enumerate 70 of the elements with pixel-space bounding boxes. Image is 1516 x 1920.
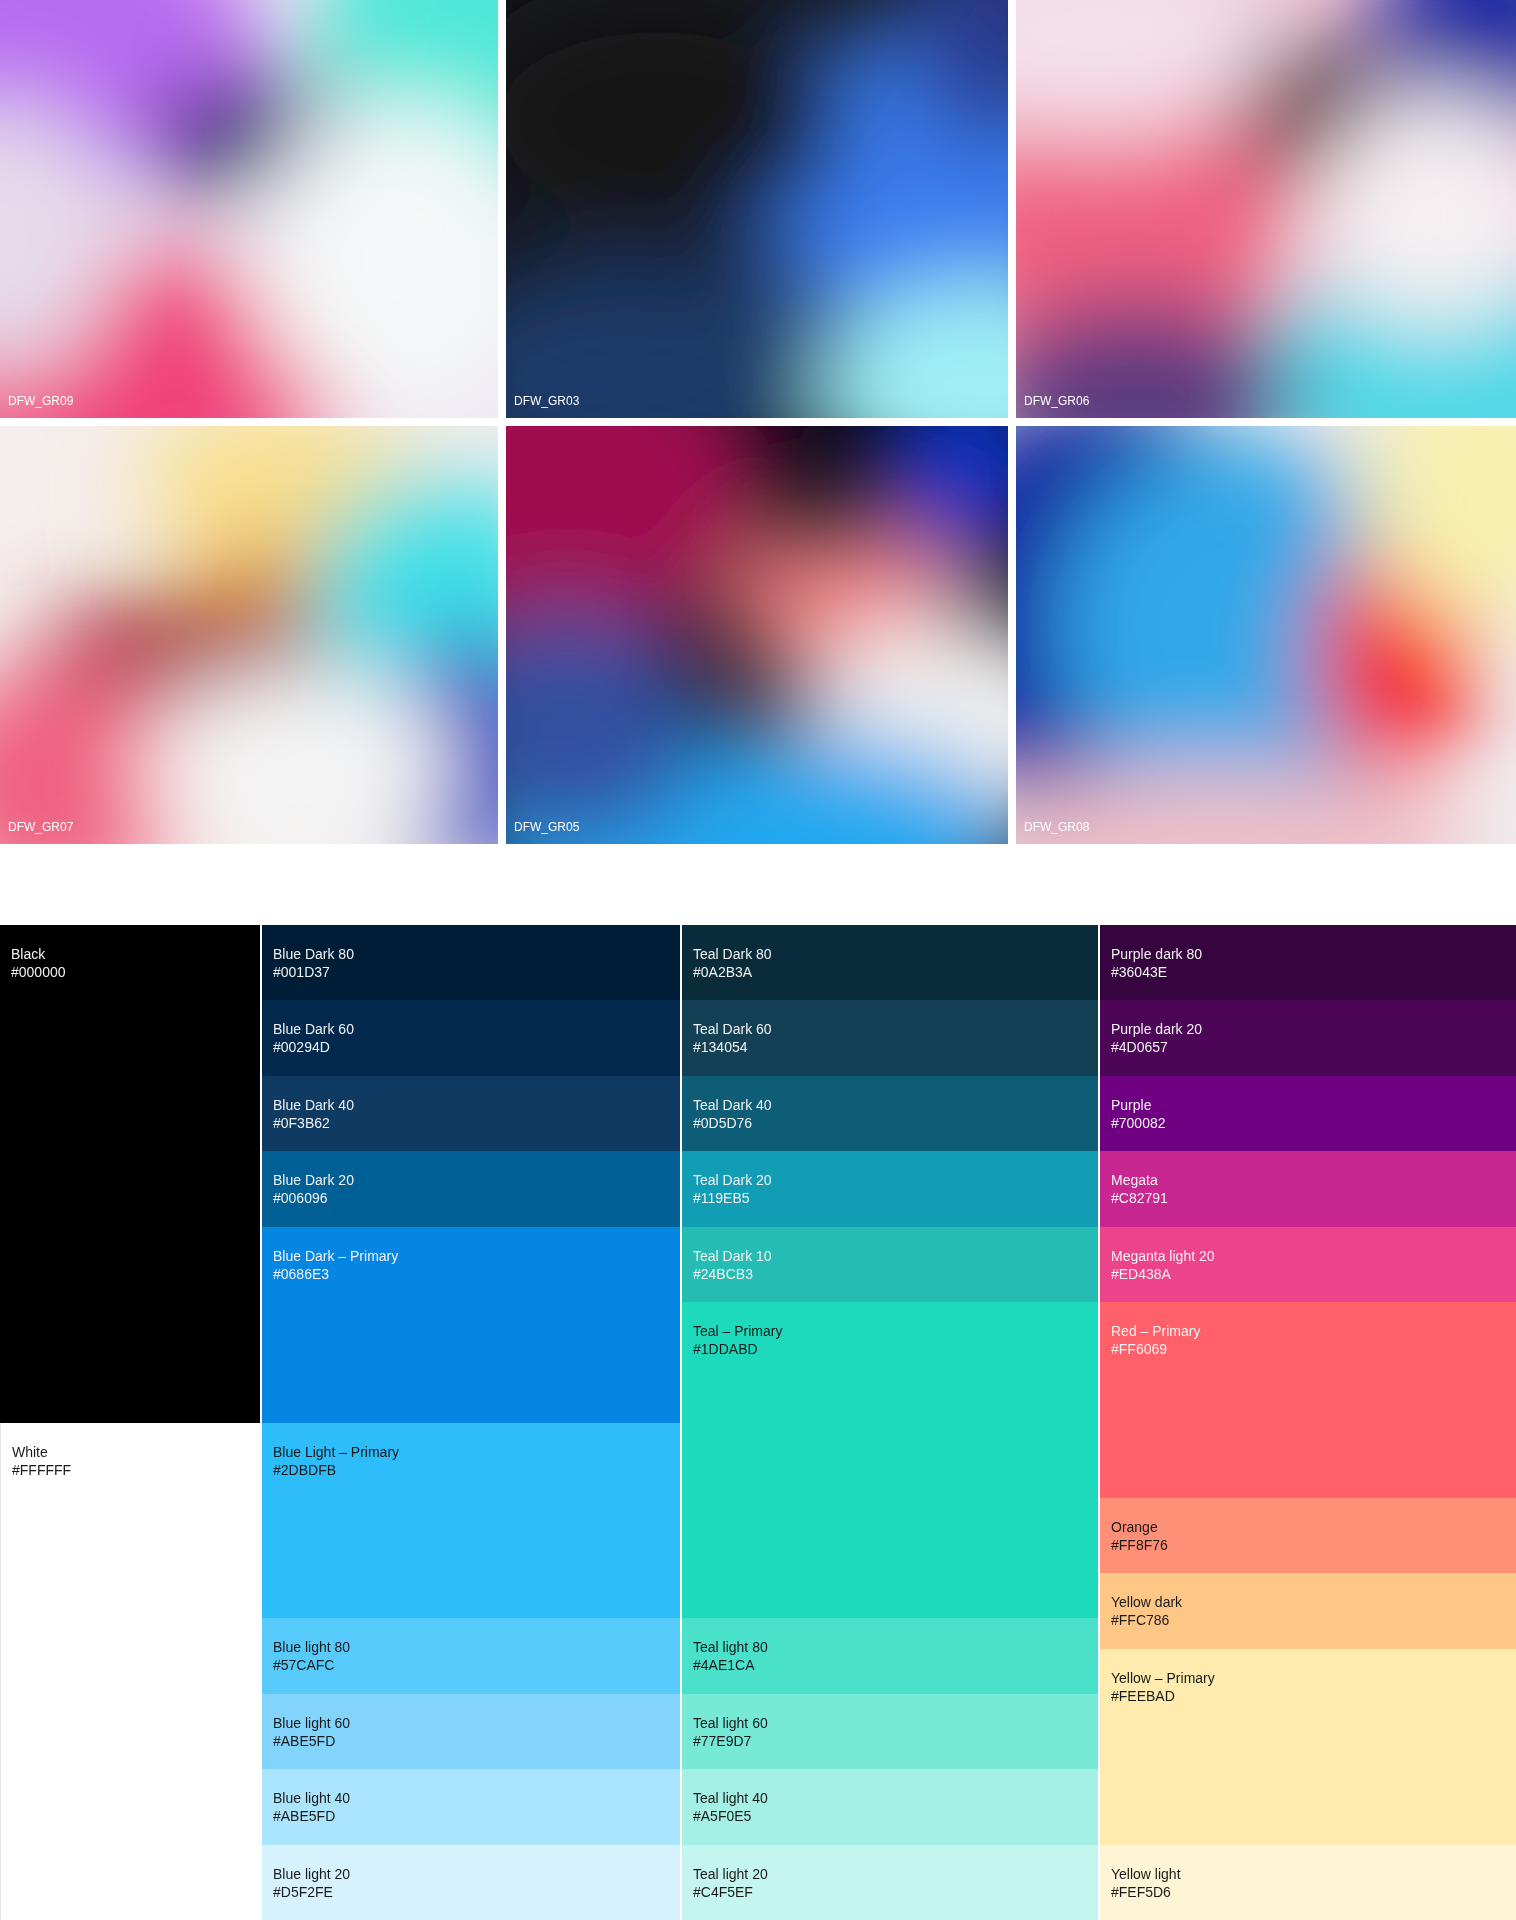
swatch-name: Yellow – Primary	[1111, 1668, 1216, 1687]
swatch-name: Blue light 40	[273, 1789, 352, 1808]
hex-code: #FEF5D6	[1111, 1882, 1172, 1901]
gradient-label: DFW_GR08	[1024, 820, 1090, 834]
hex-code: #FF8F76	[1111, 1535, 1169, 1554]
hex-code: #119EB5	[693, 1189, 751, 1208]
hex-code: #000000	[11, 963, 67, 981]
swatch-name: Blue light 80	[273, 1638, 352, 1657]
swatch-name: Yellow dark	[1111, 1593, 1184, 1612]
swatch-name: Blue Dark 60	[273, 1020, 355, 1039]
swatch-name: Teal Dark 10	[693, 1246, 773, 1265]
hex-code: #D5F2FE	[273, 1882, 334, 1901]
hex-code: #4D0657	[1111, 1038, 1169, 1057]
swatch-name: Teal Dark 60	[693, 1020, 773, 1039]
hex-code: #FF6069	[1111, 1340, 1169, 1359]
hex-code: #36043E	[1111, 963, 1169, 981]
hex-code: #FFC786	[1111, 1611, 1171, 1630]
swatch-name: Megata	[1111, 1171, 1159, 1190]
hex-code: #2DBDFB	[273, 1460, 338, 1479]
swatch-name: Teal light 20	[693, 1864, 769, 1883]
swatch-name: Teal – Primary	[693, 1322, 784, 1341]
gradient-label: DFW_GR03	[514, 394, 580, 408]
hex-code: #4AE1CA	[693, 1656, 756, 1675]
swatch-name: Yellow light	[1111, 1864, 1182, 1883]
hex-code: #C4F5EF	[693, 1882, 754, 1901]
hex-code: #0686E3	[273, 1264, 331, 1283]
swatch-name: Purple dark 80	[1111, 945, 1204, 963]
gradient-label: DFW_GR07	[8, 820, 74, 834]
swatch-name: Blue Light – Primary	[273, 1442, 401, 1461]
swatch-name: Orange	[1111, 1517, 1159, 1536]
hex-code: #24BCB3	[693, 1264, 754, 1283]
swatch-name: Teal Dark 40	[693, 1095, 773, 1114]
swatch-name: Blue light 20	[273, 1864, 352, 1883]
hex-code: #0A2B3A	[693, 963, 754, 981]
swatch-name: Teal light 60	[693, 1713, 769, 1732]
hex-code: #006096	[273, 1189, 329, 1208]
swatch-name: Purple dark 20	[1111, 1020, 1204, 1039]
swatch-name: Blue Dark 80	[273, 945, 355, 963]
hex-code: #00294D	[273, 1038, 331, 1057]
gradient-label: DFW_GR05	[514, 820, 580, 834]
swatch-name: Blue Dark 40	[273, 1095, 355, 1114]
hex-code: #134054	[693, 1038, 749, 1057]
hex-code: #C82791	[1111, 1189, 1169, 1208]
hex-code: #700082	[1111, 1113, 1167, 1132]
hex-code: #77E9D7	[693, 1731, 753, 1750]
swatch-name: White	[12, 1443, 49, 1461]
hex-code: #0F3B62	[273, 1113, 331, 1132]
hex-code: #FEEBAD	[1111, 1686, 1176, 1705]
hex-code: #0D5D76	[693, 1113, 754, 1132]
hex-code: #1DDABD	[693, 1340, 759, 1359]
swatch-name: Blue light 60	[273, 1713, 352, 1732]
hex-code: #A5F0E5	[693, 1807, 753, 1826]
gradient-label: DFW_GR06	[1024, 394, 1090, 408]
swatch-name: Blue Dark – Primary	[273, 1246, 400, 1265]
hex-code: #ABE5FD	[273, 1731, 337, 1750]
hex-code: #FFFFFF	[12, 1461, 73, 1479]
swatch-name: Teal Dark 80	[693, 945, 773, 963]
hex-code: #001D37	[273, 963, 331, 981]
swatch-name: Blue Dark 20	[273, 1171, 355, 1190]
swatch-name: Black	[11, 945, 47, 963]
swatch-name: Purple	[1111, 1095, 1153, 1114]
hex-code: #ED438A	[1111, 1264, 1172, 1283]
swatch-name: Teal light 80	[693, 1638, 769, 1657]
hex-code: #57CAFC	[273, 1656, 336, 1675]
swatch-name: Red – Primary	[1111, 1322, 1202, 1341]
swatch-name: Meganta light 20	[1111, 1246, 1216, 1265]
gradient-label: DFW_GR09	[8, 394, 74, 408]
swatch-name: Teal Dark 20	[693, 1171, 773, 1190]
hex-code: #ABE5FD	[273, 1807, 337, 1826]
swatch-name: Teal light 40	[693, 1789, 769, 1808]
